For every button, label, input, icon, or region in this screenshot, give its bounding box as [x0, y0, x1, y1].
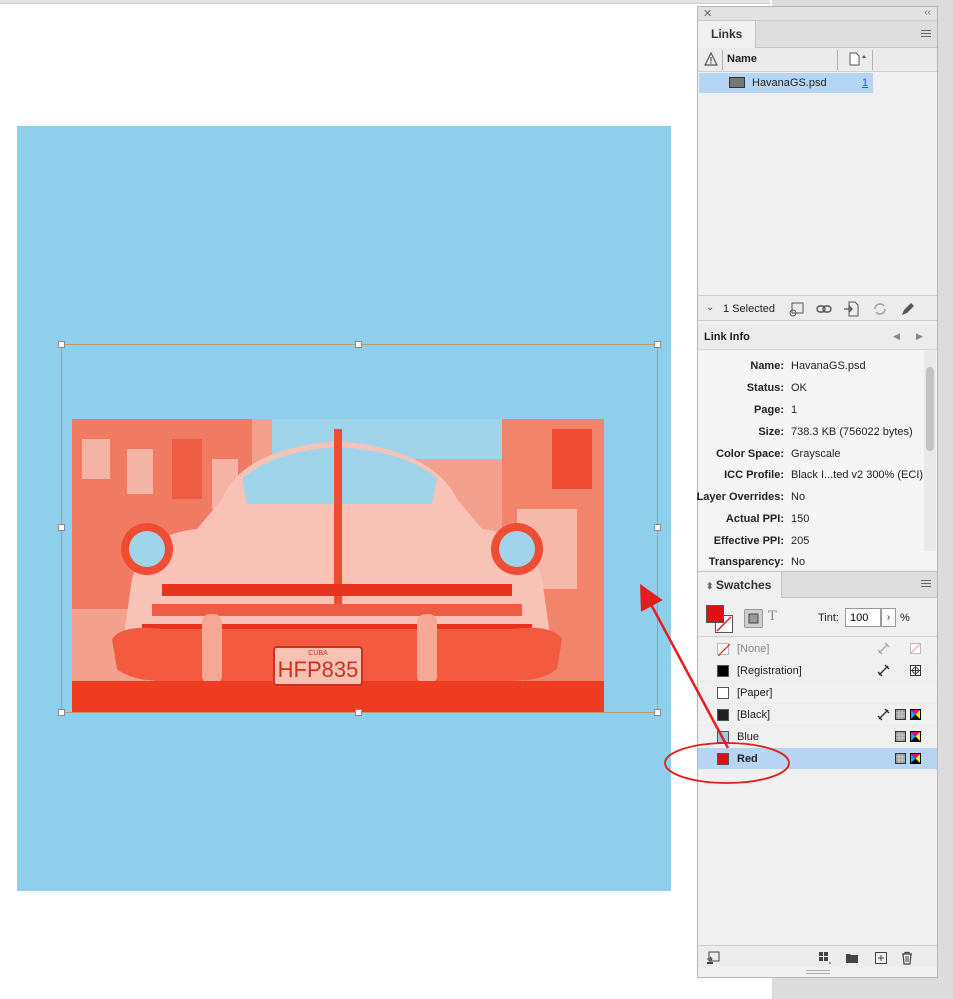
- formatting-text-icon[interactable]: T: [768, 609, 777, 624]
- selection-count: 1 Selected: [723, 303, 775, 315]
- handle-top-right[interactable]: [654, 341, 661, 348]
- handle-bottom-center[interactable]: [355, 709, 362, 716]
- tint-unit: %: [900, 612, 910, 624]
- info-row-size: Size: 738.3 KB (756022 bytes): [758, 426, 913, 438]
- relink-cc-icon[interactable]: [787, 300, 805, 318]
- swatch-row-red[interactable]: Red: [698, 748, 937, 770]
- page-column-icon[interactable]: [848, 52, 868, 69]
- panel-dock: ✕ ‹‹ Links Name HavanaGS.psd 1 ⌄ 1 Selec…: [697, 6, 938, 978]
- handle-middle-left[interactable]: [58, 524, 65, 531]
- image-thumbnail-icon: [729, 77, 745, 88]
- info-row-layer-overrides: Layer Overrides: No: [696, 491, 806, 503]
- info-row-color-space: Color Space: Grayscale: [716, 448, 841, 460]
- links-toolbar: ⌄ 1 Selected: [698, 295, 937, 321]
- swatches-tab-label: Swatches: [716, 578, 772, 592]
- tint-label: Tint:: [818, 612, 839, 624]
- edit-original-icon[interactable]: [899, 300, 917, 318]
- link-info-title: Link Info: [704, 331, 750, 343]
- handle-bottom-left[interactable]: [58, 709, 65, 716]
- scrollbar-thumb[interactable]: [926, 367, 934, 451]
- swatch-row-registration[interactable]: [Registration]: [698, 660, 937, 682]
- swatches-toolbar: T Tint: › %: [698, 599, 937, 637]
- top-edge: [0, 0, 770, 4]
- cmyk-mode-icon: [910, 753, 921, 764]
- swatches-menu-icon[interactable]: [921, 580, 931, 589]
- panel-menu-icon[interactable]: [921, 30, 931, 39]
- graphic-frame-selection[interactable]: [61, 344, 658, 713]
- link-info-scrollbar[interactable]: [924, 351, 936, 551]
- formatting-container-button[interactable]: [744, 609, 763, 628]
- handle-top-center[interactable]: [355, 341, 362, 348]
- column-name-header[interactable]: Name: [727, 53, 757, 65]
- non-editable-icon: [877, 642, 890, 655]
- import-swatch-icon[interactable]: [706, 951, 720, 965]
- tab-links[interactable]: Links: [698, 21, 757, 48]
- panel-resize-grip[interactable]: [806, 970, 830, 974]
- red-swatch-chip: [717, 753, 729, 765]
- links-column-header: Name: [698, 48, 937, 72]
- previous-arrow-icon[interactable]: ◀: [893, 331, 900, 342]
- handle-bottom-right[interactable]: [654, 709, 661, 716]
- link-file-name: HavanaGS.psd: [752, 77, 827, 89]
- registration-swatch-chip: [717, 665, 729, 677]
- go-to-link-icon[interactable]: [843, 300, 861, 318]
- handle-middle-right[interactable]: [654, 524, 661, 531]
- cmyk-mode-icon: [910, 709, 921, 720]
- collapse-icon[interactable]: ‹‹: [924, 7, 931, 18]
- info-row-icc-profile: ICC Profile: Black I...ted v2 300% (ECI): [724, 469, 924, 481]
- tint-input[interactable]: [845, 608, 881, 627]
- cmyk-mode-icon: [910, 731, 921, 742]
- link-page-number[interactable]: 1: [862, 77, 868, 89]
- new-swatch-icon[interactable]: [874, 951, 888, 965]
- blue-swatch-chip: [717, 731, 729, 743]
- info-row-effective-ppi: Effective PPI: 205: [713, 535, 810, 547]
- none-color-icon: [909, 642, 922, 655]
- fill-swatch[interactable]: [706, 605, 724, 623]
- link-info-header[interactable]: Link Info ◀ ▶: [698, 324, 937, 350]
- chevron-down-icon[interactable]: ⌄: [706, 302, 714, 313]
- link-row-havanags[interactable]: HavanaGS.psd 1: [699, 73, 873, 93]
- next-arrow-icon[interactable]: ▶: [916, 331, 923, 342]
- black-swatch-chip: [717, 709, 729, 721]
- link-info-body: Name: HavanaGS.psd Status: OK Page: 1 Size:…: [696, 351, 937, 569]
- swatch-row-black[interactable]: [Black]: [698, 704, 937, 726]
- trash-icon[interactable]: [900, 951, 914, 965]
- non-editable-icon: [877, 664, 890, 677]
- update-link-icon[interactable]: [871, 300, 889, 318]
- process-color-icon: [895, 709, 906, 720]
- indesign-window: CUBA HFP835 ✕ ‹‹ Links Name HavanaGS.psd…: [0, 0, 953, 999]
- non-editable-icon: [877, 708, 890, 721]
- paper-swatch-chip: [717, 687, 729, 699]
- swatch-row-blue[interactable]: Blue: [698, 726, 937, 748]
- swatch-list: [None] [Registration] [Paper] [Black] Bl…: [698, 638, 937, 770]
- dock-header: ✕ ‹‹: [698, 7, 937, 21]
- info-row-status: Status: OK: [746, 382, 807, 394]
- tint-dropdown-button[interactable]: ›: [881, 608, 896, 627]
- links-tabbar: Links: [698, 21, 937, 48]
- handle-top-left[interactable]: [58, 341, 65, 348]
- warning-icon[interactable]: [704, 51, 718, 69]
- swatch-row-paper[interactable]: [Paper]: [698, 682, 937, 704]
- info-row-page: Page: 1: [754, 404, 798, 416]
- expand-icon: ⬍: [706, 581, 717, 591]
- tab-swatches[interactable]: ⬍ Swatches: [698, 572, 783, 598]
- info-row-name: Name: HavanaGS.psd: [750, 360, 866, 372]
- none-swatch-chip: [717, 643, 731, 657]
- process-color-icon: [895, 731, 906, 742]
- registration-mark-icon: [910, 665, 921, 676]
- close-icon[interactable]: ✕: [703, 7, 712, 20]
- swatches-bottom-bar: [698, 945, 937, 967]
- info-row-actual-ppi: Actual PPI: 150: [725, 513, 810, 525]
- folder-icon[interactable]: [845, 951, 859, 965]
- relink-icon[interactable]: [815, 300, 833, 318]
- process-color-icon: [895, 753, 906, 764]
- swatch-row-none[interactable]: [None]: [698, 638, 937, 660]
- swatch-view-icon[interactable]: [818, 951, 832, 965]
- swatches-tabbar: ⬍ Swatches: [698, 571, 937, 598]
